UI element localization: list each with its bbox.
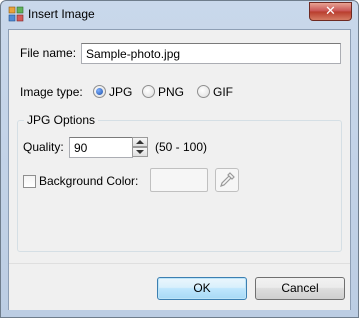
quality-input[interactable] [69,137,133,158]
color-picker-button[interactable] [215,168,239,192]
radio-png-label[interactable]: PNG [158,85,184,99]
window-title: Insert Image [28,7,95,21]
close-button[interactable]: ✕ [309,2,352,21]
radio-jpg[interactable] [93,85,106,98]
close-icon: ✕ [325,3,336,18]
file-name-input[interactable] [81,43,341,64]
dialog-body: File name: Image type: JPG PNG GIF JPG O… [8,29,351,310]
radio-gif-label[interactable]: GIF [213,85,233,99]
ok-button[interactable]: OK [157,277,247,300]
app-icon [8,6,24,22]
quality-range-hint: (50 - 100) [155,140,208,154]
insert-image-dialog: Insert Image ✕ File name: Image type: JP… [0,0,359,318]
dialog-footer: OK Cancel [9,263,350,310]
eyedropper-icon [220,172,235,187]
file-name-label: File name: [20,46,77,60]
cancel-button[interactable]: Cancel [255,277,345,300]
image-type-label: Image type: [20,85,83,99]
spin-down-button[interactable] [132,147,148,157]
quality-label: Quality: [23,140,64,154]
radio-gif[interactable] [197,85,210,98]
spin-down-icon [136,150,144,154]
background-color-label[interactable]: Background Color: [39,174,138,188]
title-bar[interactable]: Insert Image ✕ [1,1,358,28]
spin-up-button[interactable] [132,137,148,147]
radio-png[interactable] [142,85,155,98]
jpg-options-group: JPG Options Quality: (50 - 100) Backgrou… [17,113,342,252]
spin-up-icon [136,140,144,144]
radio-jpg-label[interactable]: JPG [109,85,132,99]
jpg-options-title: JPG Options [24,113,99,127]
background-color-checkbox[interactable] [23,175,36,188]
quality-stepper [132,137,148,157]
background-color-swatch[interactable] [150,168,208,192]
